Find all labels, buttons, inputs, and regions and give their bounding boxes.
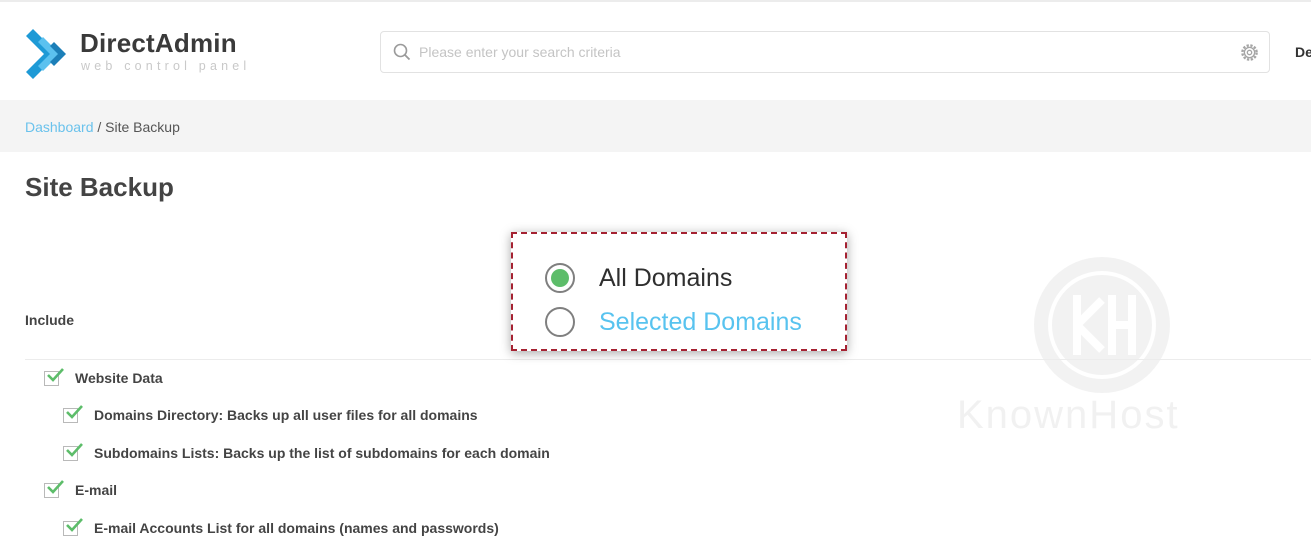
breadcrumb-dashboard-link[interactable]: Dashboard	[25, 119, 94, 135]
radio-unselected-icon[interactable]	[545, 307, 575, 337]
top-header: DirectAdmin web control panel De	[0, 2, 1311, 100]
checkbox-website-data[interactable]: Website Data	[44, 367, 163, 389]
search-bar	[380, 31, 1270, 73]
checkbox-email-accounts-list[interactable]: E-mail Accounts List for all domains (na…	[63, 517, 499, 539]
user-menu[interactable]: De	[1295, 44, 1311, 60]
checkbox-label: Subdomains Lists: Backs up the list of s…	[94, 445, 550, 461]
checkbox-checked-icon[interactable]	[63, 518, 83, 538]
checkbox-checked-icon[interactable]	[63, 443, 83, 463]
checkbox-checked-icon[interactable]	[63, 405, 83, 425]
checkbox-checked-icon[interactable]	[44, 480, 64, 500]
checkbox-label: E-mail	[75, 482, 118, 498]
search-input[interactable]	[419, 40, 1219, 64]
knownhost-watermark: KnownHost	[955, 255, 1255, 445]
radio-selected-domains[interactable]: Selected Domains	[545, 305, 802, 339]
page-title: Site Backup	[25, 172, 174, 202]
domain-scope-callout: All Domains Selected Domains	[511, 232, 847, 351]
breadcrumb-current: Site Backup	[105, 119, 180, 135]
gear-icon[interactable]	[1240, 43, 1259, 62]
directadmin-logo[interactable]: DirectAdmin web control panel	[24, 28, 264, 82]
brand-name: DirectAdmin	[80, 28, 237, 58]
checkbox-label: E-mail Accounts List for all domains (na…	[94, 520, 499, 536]
radio-label: Selected Domains	[599, 307, 802, 336]
checkbox-subdomains-lists[interactable]: Subdomains Lists: Backs up the list of s…	[63, 442, 550, 464]
directadmin-logo-icon	[26, 29, 66, 79]
checkbox-email[interactable]: E-mail	[44, 479, 117, 501]
brand-tagline: web control panel	[81, 59, 251, 73]
breadcrumb-bar: Dashboard / Site Backup	[0, 100, 1311, 152]
radio-selected-icon[interactable]	[545, 263, 575, 293]
include-divider	[25, 359, 1311, 360]
checkbox-domains-directory[interactable]: Domains Directory: Backs up all user fil…	[63, 404, 478, 426]
knownhost-watermark-icon	[1034, 257, 1170, 393]
include-label: Include	[25, 312, 75, 328]
breadcrumb: Dashboard / Site Backup	[25, 119, 180, 135]
watermark-text: KnownHost	[957, 393, 1180, 437]
checkbox-checked-icon[interactable]	[44, 368, 64, 388]
checkbox-label: Domains Directory: Backs up all user fil…	[94, 407, 478, 423]
breadcrumb-separator: /	[93, 119, 106, 135]
search-icon[interactable]	[393, 43, 411, 61]
checkbox-label: Website Data	[75, 370, 163, 386]
radio-label: All Domains	[599, 263, 733, 292]
radio-all-domains[interactable]: All Domains	[545, 261, 732, 295]
